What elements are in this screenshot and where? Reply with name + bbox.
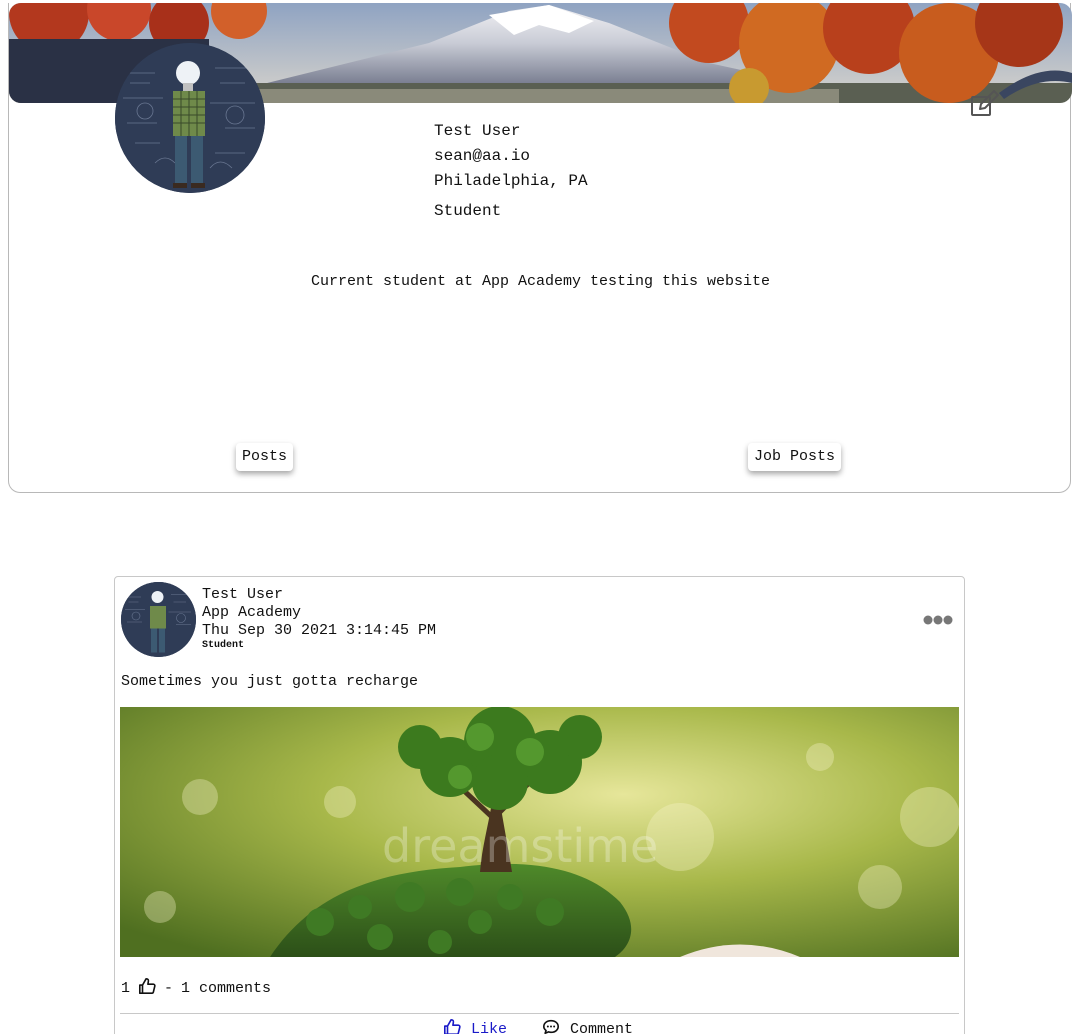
profile-avatar	[115, 43, 265, 193]
post-meta: Test User App Academy Thu Sep 30 2021 3:…	[202, 586, 436, 652]
likes-count: 1	[121, 980, 131, 997]
stats-separator: -	[164, 980, 174, 997]
profile-name: Test User	[434, 122, 521, 140]
post-timestamp: Thu Sep 30 2021 3:14:45 PM	[202, 622, 437, 639]
post-text: Sometimes you just gotta recharge	[121, 673, 419, 690]
profile-page: Test User sean@aa.io Philadelphia, PA St…	[0, 0, 1075, 1034]
post-author-avatar[interactable]	[121, 582, 196, 657]
profile-bio: Current student at App Academy testing t…	[310, 273, 771, 290]
post-author-tag: Student	[202, 640, 245, 651]
profile-info: Test User sean@aa.io Philadelphia, PA St…	[434, 119, 588, 224]
more-horizontal-icon[interactable]	[923, 613, 953, 627]
edit-icon[interactable]	[970, 89, 1000, 119]
profile-role: Student	[434, 202, 502, 220]
profile-email: sean@aa.io	[434, 147, 531, 165]
comment-button[interactable]: Comment	[542, 1018, 633, 1034]
post-author-name[interactable]: Test User	[202, 586, 436, 604]
tab-job-posts[interactable]: Job Posts	[748, 443, 842, 471]
profile-location: Philadelphia, PA	[434, 172, 588, 190]
comment-icon	[542, 1018, 560, 1034]
post-stats: 1 - 1 comments	[121, 977, 271, 1000]
post-card: Test User App Academy Thu Sep 30 2021 3:…	[114, 576, 965, 1034]
tab-posts[interactable]: Posts	[236, 443, 294, 471]
thumbs-up-icon	[443, 1018, 461, 1034]
post-image[interactable]: dreamstime	[120, 707, 959, 957]
like-label: Like	[471, 1021, 508, 1034]
like-button[interactable]: Like	[443, 1018, 507, 1034]
profile-card: Test User sean@aa.io Philadelphia, PA St…	[8, 3, 1072, 493]
comment-label: Comment	[570, 1021, 634, 1034]
image-watermark: dreamstime	[382, 819, 658, 873]
thumbs-up-icon	[138, 977, 156, 1000]
comments-count[interactable]: 1 comments	[181, 980, 271, 997]
post-divider	[120, 1013, 959, 1014]
post-author-company: App Academy	[202, 604, 302, 621]
